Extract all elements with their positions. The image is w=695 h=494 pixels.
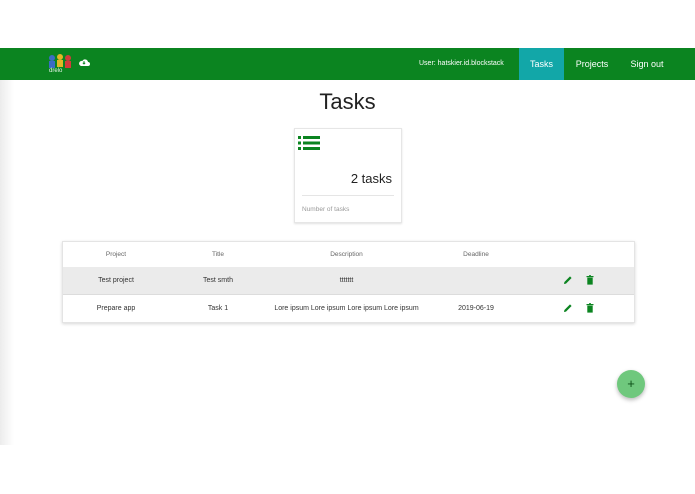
table-row[interactable]: Test project Test smth ttttttt bbox=[63, 267, 634, 295]
task-count: 2 tasks bbox=[350, 171, 392, 186]
tab-tasks[interactable]: Tasks bbox=[519, 48, 564, 80]
user-label: User: hatskier.id.blockstack bbox=[419, 60, 504, 67]
cell-description: Lore ipsum Lore ipsum Lore ipsum Lore ip… bbox=[274, 305, 419, 312]
header-title: Title bbox=[211, 251, 225, 258]
header-description: Description bbox=[330, 251, 363, 258]
task-count-card: 2 tasks Number of tasks bbox=[294, 128, 402, 223]
tab-projects[interactable]: Projects bbox=[566, 48, 618, 80]
cell-project: Test project bbox=[98, 277, 134, 284]
page-title: Tasks bbox=[319, 89, 376, 114]
cell-deadline bbox=[426, 267, 526, 294]
logo-figures-icon bbox=[49, 54, 71, 68]
delete-icon[interactable] bbox=[585, 275, 595, 285]
delete-icon[interactable] bbox=[585, 303, 595, 313]
cell-title: Test smth bbox=[203, 277, 233, 284]
left-panel-shadow bbox=[0, 80, 14, 445]
add-task-button[interactable]: + bbox=[617, 370, 645, 398]
cell-deadline: 2019-06-19 bbox=[458, 305, 494, 312]
card-caption: Number of tasks bbox=[302, 206, 350, 213]
edit-icon[interactable] bbox=[563, 275, 573, 285]
list-icon bbox=[298, 136, 320, 150]
card-divider bbox=[302, 195, 394, 196]
cell-project: Prepare app bbox=[96, 305, 136, 312]
cell-title: Task 1 bbox=[207, 305, 229, 312]
tasks-table: Project Title Description Deadline Test … bbox=[62, 241, 635, 323]
header-project: Project bbox=[105, 251, 127, 258]
navbar: drelo User: hatskier.id.blockstack Tasks… bbox=[0, 48, 695, 80]
edit-icon[interactable] bbox=[563, 303, 573, 313]
cloud-icon bbox=[79, 59, 90, 66]
table-row[interactable]: Prepare app Task 1 Lore ipsum Lore ipsum… bbox=[63, 295, 634, 322]
sign-out-link[interactable]: Sign out bbox=[624, 48, 670, 80]
table-header-row: Project Title Description Deadline bbox=[63, 242, 634, 268]
logo-text: drelo bbox=[49, 68, 63, 74]
header-deadline: Deadline bbox=[463, 251, 489, 258]
cell-description: ttttttt bbox=[339, 277, 354, 284]
